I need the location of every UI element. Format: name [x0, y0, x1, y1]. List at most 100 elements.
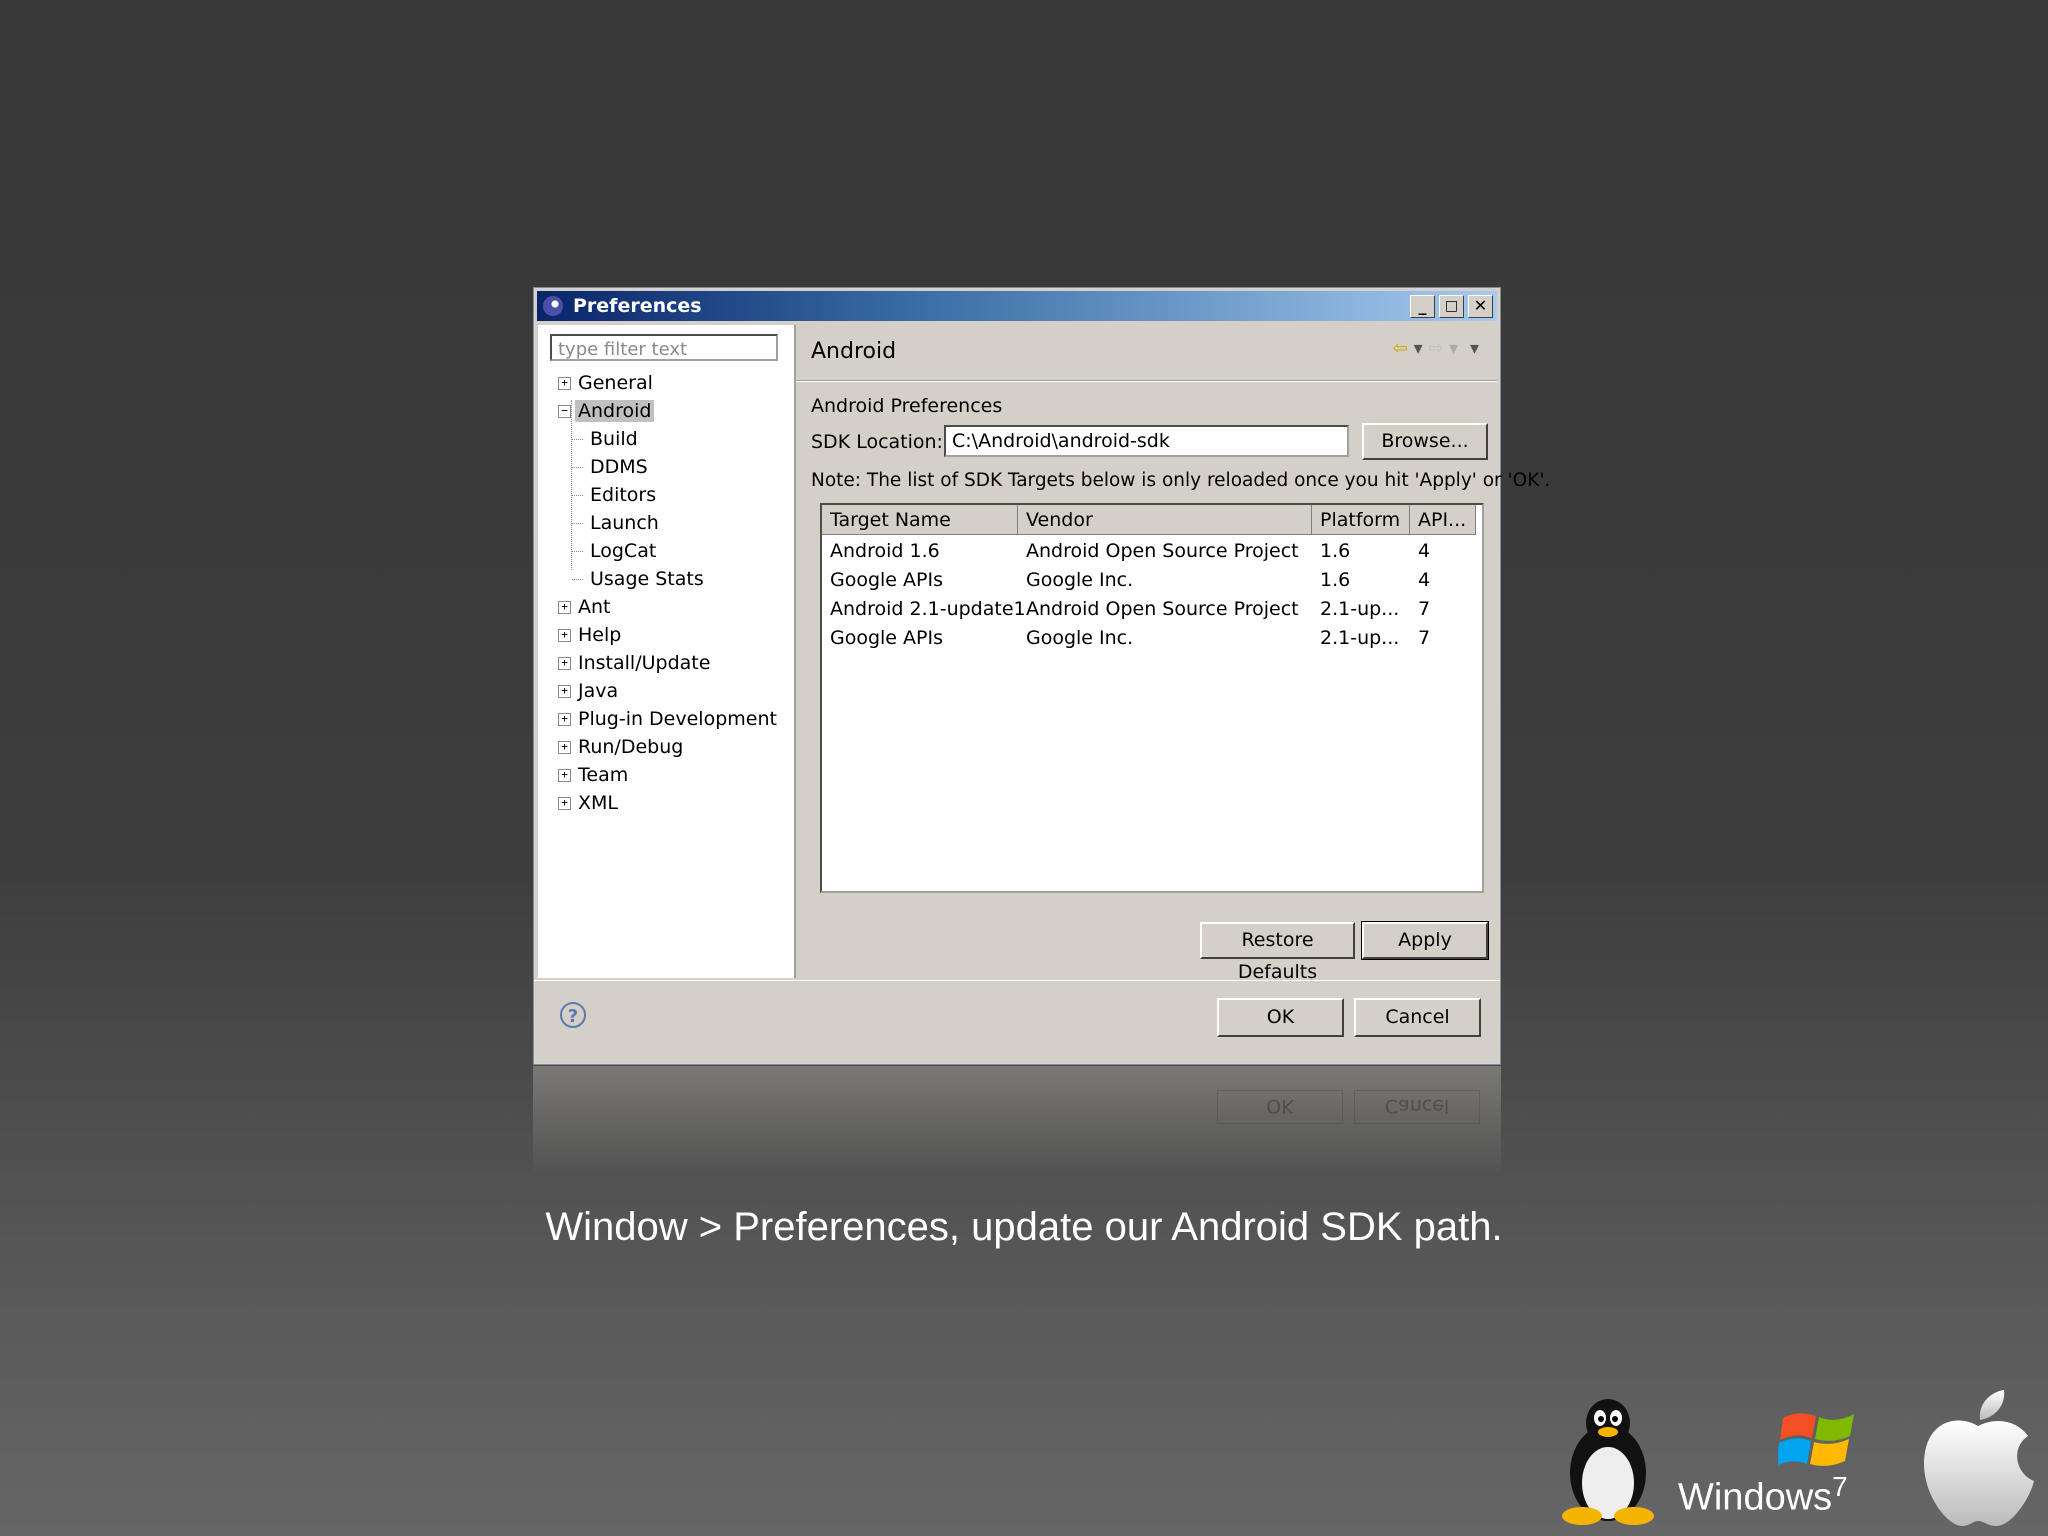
- tree-item-label: Plug-in Development: [578, 708, 777, 730]
- tree-connector: [572, 551, 583, 552]
- tree-item-label: Install/Update: [578, 652, 711, 674]
- preference-page: Android ⇦ ▾ ⇨ ▾ ▾ Android Preferences SD…: [796, 325, 1550, 983]
- cell-target-name: Android 2.1-update1: [830, 598, 1026, 620]
- tree-item-ddms[interactable]: DDMS: [590, 454, 648, 480]
- expand-icon[interactable]: +: [558, 377, 571, 390]
- tree-item-label: XML: [578, 792, 618, 814]
- windows-version: 7: [1832, 1471, 1848, 1502]
- expand-icon[interactable]: +: [558, 769, 571, 782]
- windows-word: Windows: [1678, 1476, 1833, 1519]
- cell-vendor: Android Open Source Project: [1026, 598, 1299, 620]
- tree-item-launch[interactable]: Launch: [590, 510, 659, 536]
- apply-button[interactable]: Apply: [1361, 921, 1489, 960]
- dialog-reflection: OK Cancel: [533, 1066, 1501, 1176]
- tree-item-plugin-development[interactable]: + Plug-in Development: [558, 706, 777, 732]
- tree-item-java[interactable]: + Java: [558, 678, 618, 704]
- tree-connector: [572, 439, 583, 440]
- tree-connector: [571, 400, 572, 570]
- tree-item-help[interactable]: + Help: [558, 622, 621, 648]
- sdk-location-input[interactable]: C:\Android\android-sdk: [944, 425, 1349, 457]
- expand-icon[interactable]: +: [558, 601, 571, 614]
- tree-item-label: Android: [575, 400, 655, 422]
- cell-vendor: Google Inc.: [1026, 627, 1134, 649]
- tree-item-run-debug[interactable]: + Run/Debug: [558, 734, 683, 760]
- tree-item-android[interactable]: − Android: [558, 398, 655, 424]
- back-menu-chevron-down-icon[interactable]: ▾: [1414, 338, 1423, 359]
- forward-menu-chevron-down-icon[interactable]: ▾: [1449, 338, 1458, 359]
- section-label: Android Preferences: [811, 395, 1003, 417]
- tree-connector: [572, 495, 583, 496]
- browse-button[interactable]: Browse...: [1362, 423, 1488, 460]
- windows-logo-text: Windows7: [1678, 1471, 1848, 1520]
- tree-item-label: General: [578, 372, 653, 394]
- reflected-ok-button: OK: [1217, 1090, 1343, 1124]
- expand-icon[interactable]: +: [558, 685, 571, 698]
- maximize-button[interactable]: □: [1439, 295, 1464, 318]
- tree-item-team[interactable]: + Team: [558, 762, 628, 788]
- expand-icon[interactable]: +: [558, 797, 571, 810]
- forward-arrow-icon[interactable]: ⇨: [1428, 338, 1443, 359]
- help-icon[interactable]: ?: [560, 1002, 586, 1028]
- expand-icon[interactable]: +: [558, 629, 571, 642]
- tree-item-label: Run/Debug: [578, 736, 684, 758]
- cell-api: 4: [1418, 569, 1431, 591]
- sdk-targets-table[interactable]: Target Name Vendor Platform API... Andro…: [820, 503, 1484, 893]
- cancel-button[interactable]: Cancel: [1354, 998, 1481, 1037]
- tree-connector: [572, 523, 583, 524]
- tree-item-ant[interactable]: + Ant: [558, 594, 611, 620]
- apple-icon: [1923, 1390, 2034, 1526]
- cell-platform: 2.1-up...: [1320, 627, 1400, 649]
- eclipse-icon: [543, 296, 563, 316]
- tree-connector: [572, 467, 583, 468]
- view-menu-chevron-down-icon[interactable]: ▾: [1470, 338, 1479, 359]
- tux-icon: [1562, 1399, 1654, 1525]
- restore-defaults-button[interactable]: Restore Defaults: [1200, 922, 1355, 983]
- cell-target-name: Google APIs: [830, 627, 943, 649]
- column-header-target-name[interactable]: Target Name: [822, 505, 1018, 535]
- table-row[interactable]: Android 1.6 Android Open Source Project …: [822, 537, 1482, 566]
- cell-vendor: Android Open Source Project: [1026, 540, 1299, 562]
- expand-icon[interactable]: +: [558, 657, 571, 670]
- ok-button[interactable]: OK: [1217, 998, 1344, 1037]
- expand-icon[interactable]: +: [558, 713, 571, 726]
- minimize-button[interactable]: _: [1410, 295, 1435, 318]
- tree-connector: [572, 579, 583, 580]
- preferences-dialog: Preferences _ □ ✕ type filter text + Gen…: [533, 287, 1550, 1065]
- tree-item-general[interactable]: + General: [558, 370, 653, 396]
- cell-api: 7: [1418, 598, 1431, 620]
- title-bar[interactable]: Preferences _ □ ✕: [537, 291, 1497, 321]
- tree-item-usage-stats[interactable]: Usage Stats: [590, 566, 704, 592]
- tree-item-install-update[interactable]: + Install/Update: [558, 650, 710, 676]
- table-row[interactable]: Google APIs Google Inc. 2.1-up... 7: [822, 624, 1482, 653]
- tree-item-editors[interactable]: Editors: [590, 482, 656, 508]
- tree-item-label: Ant: [578, 596, 611, 618]
- tree-item-xml[interactable]: + XML: [558, 790, 618, 816]
- cell-platform: 2.1-up...: [1320, 598, 1400, 620]
- tree-item-build[interactable]: Build: [590, 426, 638, 452]
- table-row[interactable]: Google APIs Google Inc. 1.6 4: [822, 566, 1482, 595]
- filter-input[interactable]: type filter text: [550, 334, 778, 361]
- cell-platform: 1.6: [1320, 540, 1351, 562]
- history-nav: ⇦ ▾ ⇨ ▾ ▾: [1393, 338, 1479, 359]
- table-row[interactable]: Android 2.1-update1 Android Open Source …: [822, 595, 1482, 624]
- tree-item-label: Java: [578, 680, 619, 702]
- tree-item-label: Help: [578, 624, 622, 646]
- column-header-platform[interactable]: Platform: [1312, 505, 1410, 535]
- column-header-api[interactable]: API...: [1410, 505, 1476, 535]
- cell-api: 4: [1418, 540, 1431, 562]
- cell-target-name: Android 1.6: [830, 540, 940, 562]
- close-button[interactable]: ✕: [1468, 295, 1493, 318]
- preferences-tree-panel: type filter text + General − Android Bui…: [538, 325, 796, 978]
- slide-caption: Window > Preferences, update our Android…: [545, 1205, 1503, 1249]
- tree-item-logcat[interactable]: LogCat: [590, 538, 656, 564]
- collapse-icon[interactable]: −: [558, 405, 571, 418]
- dialog-footer: ? OK Cancel: [534, 980, 1500, 1064]
- expand-icon[interactable]: +: [558, 741, 571, 754]
- cell-platform: 1.6: [1320, 569, 1351, 591]
- reload-note: Note: The list of SDK Targets below is o…: [811, 470, 1551, 491]
- back-arrow-icon[interactable]: ⇦: [1393, 338, 1408, 359]
- column-header-vendor[interactable]: Vendor: [1018, 505, 1312, 535]
- os-logos: Windows7: [1528, 1366, 2048, 1536]
- header-divider: [796, 380, 1497, 382]
- reflected-cancel-button: Cancel: [1354, 1090, 1480, 1124]
